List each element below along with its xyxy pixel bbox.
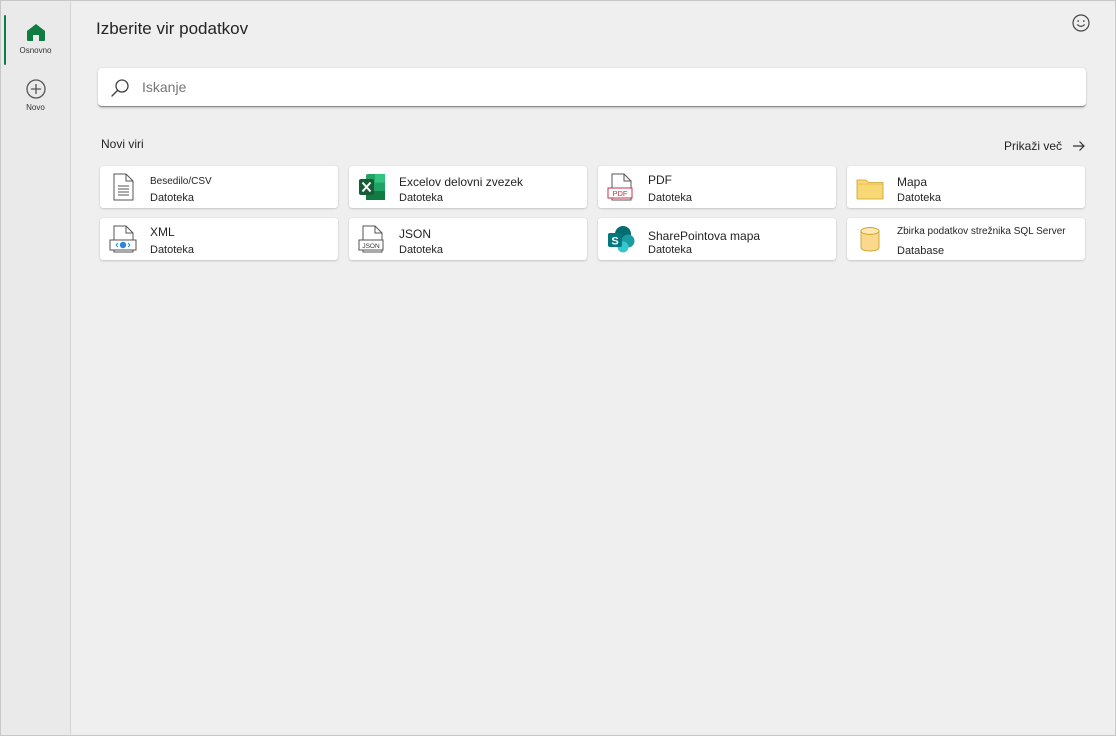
add-circle-icon <box>25 79 46 99</box>
app-window: Osnovno Novo Izberite vir podatkov Novi … <box>0 0 1116 736</box>
search-icon <box>111 79 129 97</box>
svg-text:S: S <box>611 236 618 248</box>
database-icon <box>860 227 880 252</box>
search-input[interactable] <box>142 77 1062 97</box>
source-name: Besedilo/CSV <box>150 176 212 187</box>
source-type: Database <box>897 245 945 257</box>
source-name: Mapa <box>897 175 928 189</box>
source-name: SharePointova mapa <box>648 229 761 243</box>
sharepoint-icon: S <box>608 226 635 253</box>
source-card-json[interactable]: JSON JSON Datoteka <box>349 218 587 260</box>
pdf-file-icon: PDF <box>607 173 633 201</box>
source-name: XML <box>150 225 175 239</box>
source-type: Datoteka <box>897 192 942 204</box>
source-card-folder[interactable]: Mapa Datoteka <box>847 166 1085 208</box>
svg-text:JSON: JSON <box>362 243 380 250</box>
show-more-link[interactable]: Prikaži več <box>1004 139 1086 153</box>
source-type: Datoteka <box>399 244 444 256</box>
source-type: Datoteka <box>150 244 195 256</box>
xml-file-icon <box>109 225 137 253</box>
source-name: Excelov delovni zvezek <box>399 175 524 189</box>
json-file-icon: JSON <box>358 225 384 253</box>
section-title: Novi viri <box>101 137 144 151</box>
excel-icon <box>359 174 385 200</box>
source-type: Datoteka <box>648 192 693 204</box>
source-card-xml[interactable]: XML Datoteka <box>100 218 338 260</box>
source-name: JSON <box>399 227 432 241</box>
rail-label-new: Novo <box>26 103 45 112</box>
source-name: PDF <box>648 173 672 187</box>
rail-item-home[interactable]: Osnovno <box>1 15 70 65</box>
arrow-right-icon <box>1073 141 1085 151</box>
rail-item-new[interactable]: Novo <box>1 78 70 112</box>
home-icon <box>26 24 45 41</box>
navigation-rail: Osnovno Novo <box>1 1 71 735</box>
rail-label-home: Osnovno <box>19 46 52 55</box>
source-card-pdf[interactable]: PDF PDF Datoteka <box>598 166 836 208</box>
source-name: Zbirka podatkov strežnika SQL Server <box>897 226 1066 237</box>
svg-text:PDF: PDF <box>613 189 628 198</box>
search-box[interactable] <box>98 68 1086 107</box>
source-type: Datoteka <box>399 192 444 204</box>
source-card-excel[interactable]: Excelov delovni zvezek Datoteka <box>349 166 587 208</box>
source-card-sql-server[interactable]: Zbirka podatkov strežnika SQL Server Dat… <box>847 218 1085 260</box>
smiley-icon[interactable] <box>1071 13 1091 33</box>
source-card-sharepoint[interactable]: S SharePointova mapa Datoteka <box>598 218 836 260</box>
source-type: Datoteka <box>150 192 195 204</box>
text-file-icon <box>113 173 134 201</box>
folder-icon <box>856 179 884 200</box>
source-card-text-csv[interactable]: Besedilo/CSV Datoteka <box>100 166 338 208</box>
source-type: Datoteka <box>648 244 693 256</box>
show-more-label: Prikaži več <box>1004 139 1063 153</box>
page-title: Izberite vir podatkov <box>96 19 249 38</box>
